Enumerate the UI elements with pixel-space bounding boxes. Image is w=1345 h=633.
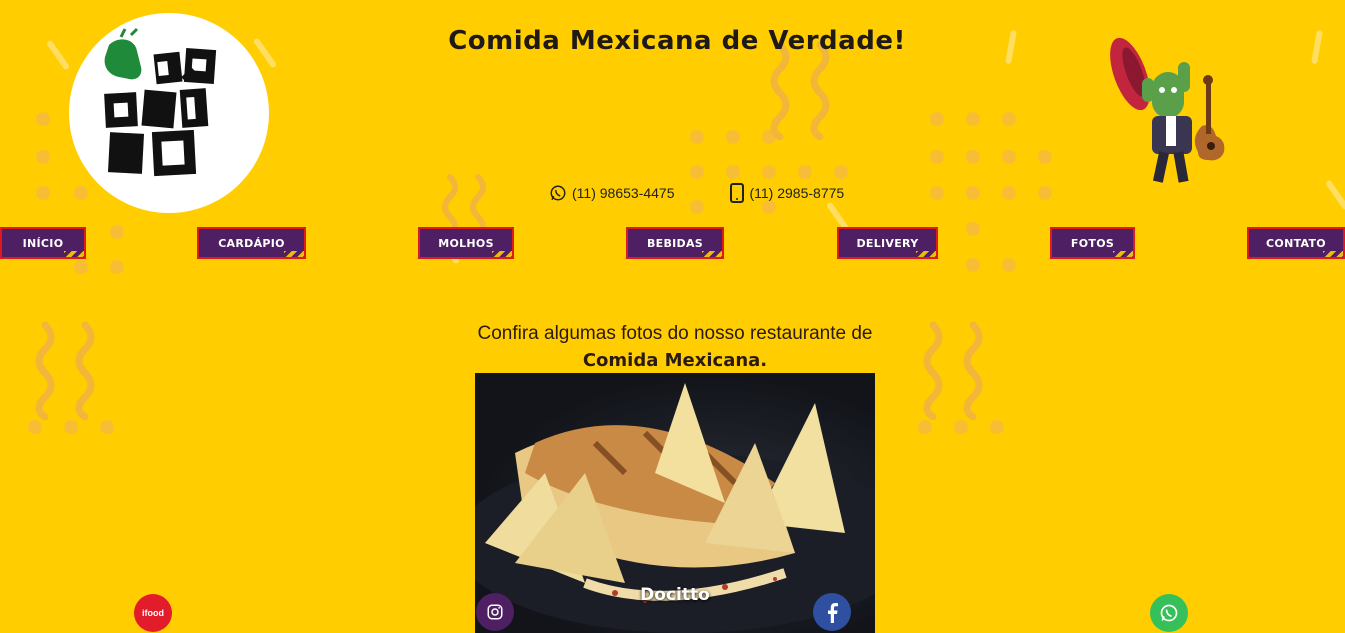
- whatsapp-icon: [550, 185, 566, 201]
- nav-delivery[interactable]: DELIVERY: [837, 227, 938, 259]
- page-headline: Comida Mexicana de Verdade!: [448, 26, 906, 56]
- logo[interactable]: [69, 13, 269, 213]
- phone-mobile[interactable]: (11) 2985-8775: [730, 183, 844, 203]
- nav-molhos[interactable]: MOLHOS: [418, 227, 514, 259]
- nav-bebidas[interactable]: BEBIDAS: [626, 227, 724, 259]
- photos-intro: Confira algumas fotos do nosso restauran…: [460, 320, 890, 374]
- photos-intro-line: Confira algumas fotos do nosso restauran…: [477, 323, 873, 344]
- smartphone-icon: [730, 183, 745, 203]
- nav-inicio[interactable]: INÍCIO: [0, 227, 86, 259]
- whatsapp-icon: [1160, 604, 1178, 622]
- ifood-button[interactable]: ifood: [134, 594, 172, 632]
- phone-mobile-number: (11) 2985-8775: [749, 185, 845, 201]
- instagram-button[interactable]: [476, 593, 514, 631]
- nav-cardapio[interactable]: CARDÁPIO: [197, 227, 306, 259]
- facebook-icon: [828, 603, 838, 623]
- contact-phones: (11) 98653-4475 (11) 2985-8775: [549, 183, 844, 203]
- cactus-mascot: [1108, 32, 1240, 192]
- nav-contato[interactable]: CONTATO: [1247, 227, 1345, 259]
- nav-fotos[interactable]: FOTOS: [1050, 227, 1135, 259]
- gallery-photo[interactable]: Docitto: [475, 373, 875, 633]
- photos-intro-strong: Comida Mexicana.: [582, 350, 768, 371]
- instagram-icon: [487, 604, 503, 620]
- ifood-label: ifood: [142, 608, 164, 618]
- logo-graphic: [104, 27, 217, 177]
- whatsapp-button[interactable]: [1150, 594, 1188, 632]
- phone-whatsapp-number: (11) 98653-4475: [572, 185, 675, 201]
- phone-whatsapp[interactable]: (11) 98653-4475: [549, 183, 674, 203]
- facebook-button[interactable]: [813, 593, 851, 631]
